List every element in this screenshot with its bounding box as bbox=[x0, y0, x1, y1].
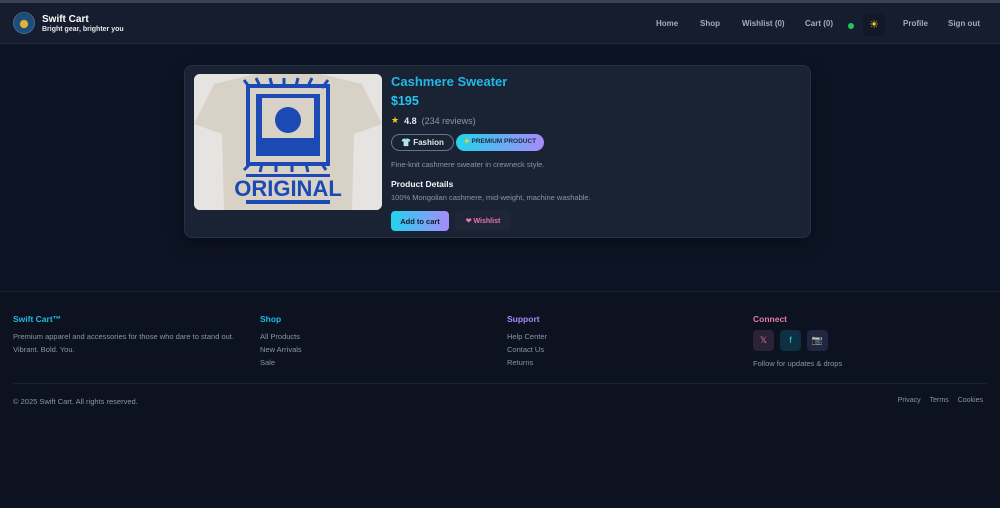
category-label: Fashion bbox=[413, 138, 444, 147]
product-image: ORIGINAL bbox=[194, 74, 382, 210]
privacy-link[interactable]: Privacy bbox=[898, 397, 921, 404]
category-tag[interactable]: 👕 Fashion bbox=[391, 134, 454, 151]
brand-tagline: Bright gear, brighter you bbox=[42, 26, 124, 33]
footer-link-all-products[interactable]: All Products bbox=[260, 330, 302, 343]
footer-link-sale[interactable]: Sale bbox=[260, 356, 302, 369]
x-icon[interactable]: 𝕏 bbox=[753, 330, 774, 351]
terms-link[interactable]: Terms bbox=[930, 397, 949, 404]
cookies-link[interactable]: Cookies bbox=[958, 397, 983, 404]
star-icon: ★ bbox=[391, 115, 400, 125]
nav-sign-out[interactable]: Sign out bbox=[948, 19, 980, 28]
facebook-icon[interactable]: f bbox=[780, 330, 801, 351]
footer-link-help-center[interactable]: Help Center bbox=[507, 330, 547, 343]
product-price: $195 bbox=[391, 94, 419, 108]
sun-icon[interactable]: ☀ bbox=[863, 14, 885, 36]
badge-label: PREMIUM PRODUCT bbox=[471, 138, 537, 145]
logo-icon[interactable] bbox=[13, 12, 35, 34]
product-title: Cashmere Sweater bbox=[391, 74, 508, 89]
footer-link-new-arrivals[interactable]: New Arrivals bbox=[260, 343, 302, 356]
product-card: ORIGINAL Cashmere Sweater $195 ★ 4.8 (23… bbox=[184, 65, 811, 238]
premium-badge: ★ PREMIUM PRODUCT bbox=[455, 134, 545, 151]
footer-brand-title: Swift Cart™ bbox=[13, 314, 62, 324]
footer-connect-title: Connect bbox=[753, 314, 787, 324]
svg-text:ORIGINAL: ORIGINAL bbox=[234, 176, 342, 201]
nav-profile[interactable]: Profile bbox=[903, 19, 928, 28]
footer-shop-title: Shop bbox=[260, 314, 282, 324]
site-header: Swift Cart Bright gear, brighter you Hom… bbox=[0, 3, 1000, 44]
product-description: Fine-knit cashmere sweater in crewneck s… bbox=[391, 160, 545, 169]
instagram-icon[interactable]: 📷 bbox=[807, 330, 828, 351]
details-text: 100% Mongolian cashmere, mid-weight, mac… bbox=[391, 193, 591, 202]
shirt-icon: 👕 bbox=[401, 138, 411, 147]
nav-wishlist[interactable]: Wishlist (0) bbox=[742, 19, 785, 28]
review-count: (234 reviews) bbox=[421, 115, 476, 126]
footer-brand-text: Premium apparel and accessories for thos… bbox=[13, 332, 234, 354]
wishlist-label: Wishlist bbox=[473, 218, 501, 225]
site-footer: Swift Cart™ Premium apparel and accessor… bbox=[0, 291, 1000, 508]
footer-support-title: Support bbox=[507, 314, 540, 324]
product-rating: ★ 4.8 (234 reviews) bbox=[391, 115, 591, 126]
copyright: © 2025 Swift Cart. All rights reserved. bbox=[13, 397, 138, 406]
star-icon: ★ bbox=[463, 138, 470, 145]
footer-link-contact-us[interactable]: Contact Us bbox=[507, 343, 547, 356]
details-heading: Product Details bbox=[391, 179, 454, 189]
rating-value: 4.8 bbox=[404, 115, 417, 126]
product-info: Cashmere Sweater $195 ★ 4.8 (234 reviews… bbox=[391, 74, 591, 231]
footer-link-returns[interactable]: Returns bbox=[507, 356, 547, 369]
status-dot bbox=[848, 23, 854, 29]
wishlist-button[interactable]: ❤ Wishlist bbox=[455, 211, 511, 231]
nav-shop[interactable]: Shop bbox=[700, 19, 720, 28]
brand[interactable]: Swift Cart Bright gear, brighter you bbox=[42, 14, 124, 33]
nav-home[interactable]: Home bbox=[656, 19, 678, 28]
footer-divider bbox=[13, 383, 987, 384]
heart-icon: ❤ bbox=[465, 218, 472, 225]
brand-name: Swift Cart bbox=[42, 14, 89, 25]
add-to-cart-button[interactable]: Add to cart bbox=[391, 211, 449, 231]
nav-cart[interactable]: Cart (0) bbox=[805, 19, 833, 28]
footer-connect-text: Follow for updates & drops bbox=[753, 359, 843, 368]
